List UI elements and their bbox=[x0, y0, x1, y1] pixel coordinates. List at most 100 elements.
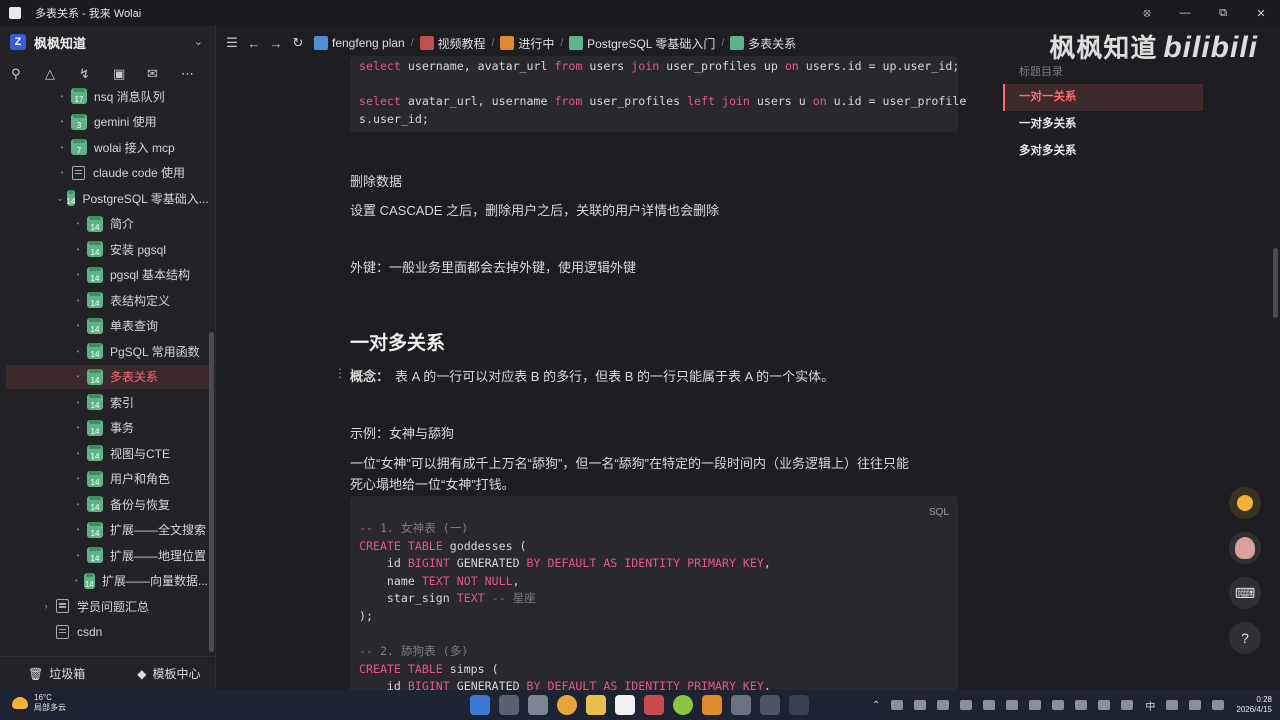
tray-icon[interactable] bbox=[937, 700, 950, 710]
paragraph-example-line2[interactable]: 死心塌地给一位“女神”打钱。 bbox=[350, 474, 515, 493]
sidebar-item[interactable]: • 14 用户和角色 bbox=[0, 467, 208, 491]
sidebar-item[interactable]: › 学员问题汇总 bbox=[0, 594, 208, 618]
outline-item[interactable]: 一对多关系 bbox=[1003, 111, 1203, 138]
template-icon[interactable]: ◆ bbox=[137, 667, 146, 681]
tray-icon[interactable] bbox=[1029, 700, 1042, 710]
sidebar-item[interactable]: • 14 单表查询 bbox=[0, 314, 208, 338]
sidebar-item[interactable]: • 17 nsq 消息队列 bbox=[0, 84, 208, 108]
sidebar-item[interactable]: • 14 安装 pgsql bbox=[0, 237, 208, 261]
sidebar-item[interactable]: • 14 表结构定义 bbox=[0, 288, 208, 312]
sidebar-item[interactable]: • 14 扩展——地理位置 bbox=[0, 543, 208, 567]
battery-icon[interactable] bbox=[1212, 700, 1225, 710]
flash-icon[interactable]: ↯ bbox=[79, 66, 113, 82]
help-icon[interactable]: ? bbox=[1229, 622, 1261, 654]
chevron-up-icon[interactable]: ⌃ bbox=[872, 700, 880, 711]
chevron-down-icon[interactable]: ⌄ bbox=[56, 193, 64, 204]
maximize-button[interactable]: ⧉ bbox=[1204, 0, 1242, 26]
volume-icon[interactable] bbox=[1189, 700, 1202, 710]
template-center-button[interactable]: 模板中心 bbox=[152, 665, 200, 682]
sidebar-item[interactable]: • 14 备份与恢复 bbox=[0, 492, 208, 516]
search-icon[interactable]: ⚲ bbox=[11, 66, 45, 82]
paragraph-foreign-key[interactable]: 外键：一般业务里面都会去掉外键，使用逻辑外键 bbox=[350, 257, 636, 276]
sidebar-item[interactable]: • 7 wolai 接入 mcp bbox=[0, 135, 208, 159]
trash-icon[interactable]: 🗑 bbox=[28, 667, 43, 681]
breadcrumb-item[interactable]: fengfeng plan / bbox=[314, 35, 414, 52]
graph-icon[interactable]: △ bbox=[45, 66, 79, 82]
microphone-icon[interactable] bbox=[1098, 700, 1111, 710]
clock[interactable]: 0:28 2026/4/15 bbox=[1236, 695, 1272, 715]
app-icon bbox=[9, 7, 21, 19]
ime-indicator[interactable]: 中 bbox=[1145, 698, 1155, 713]
chevron-right-icon[interactable]: › bbox=[40, 601, 52, 611]
app-icon-green[interactable] bbox=[673, 695, 693, 715]
sidebar-item[interactable]: • 14 简介 bbox=[0, 212, 208, 236]
chrome-icon[interactable] bbox=[557, 695, 577, 715]
inbox-icon[interactable]: ✉ bbox=[147, 66, 181, 82]
calendar-icon[interactable]: ▣ bbox=[113, 66, 147, 82]
task-view-icon[interactable] bbox=[528, 695, 548, 715]
tray-icon[interactable] bbox=[891, 700, 904, 710]
editor-scrollbar[interactable] bbox=[1273, 248, 1278, 318]
outline-item[interactable]: 一对一关系 bbox=[1003, 84, 1203, 111]
breadcrumb-item[interactable]: 多表关系 bbox=[730, 35, 796, 52]
app-icon-orange[interactable] bbox=[702, 695, 722, 715]
forward-arrow-icon[interactable]: → bbox=[266, 36, 286, 51]
avatar-icon[interactable] bbox=[1229, 532, 1261, 564]
file-explorer-icon[interactable] bbox=[586, 695, 606, 715]
tray-icon[interactable] bbox=[1052, 700, 1065, 710]
wolai-icon[interactable] bbox=[615, 695, 635, 715]
code-block-create-table[interactable]: SQL -- 1. 女神表 (一) CREATE TABLE goddesses (… bbox=[350, 496, 958, 696]
sidebar-item[interactable]: csdn bbox=[0, 620, 208, 644]
weather-widget[interactable]: 16°C 局部多云 bbox=[12, 693, 66, 713]
coin-icon[interactable] bbox=[1229, 487, 1261, 519]
workspace-switcher[interactable]: Z 枫枫知道 ⌄ bbox=[0, 26, 215, 58]
terminal-icon[interactable] bbox=[760, 695, 780, 715]
heading-one-to-many[interactable]: 一对多关系 bbox=[350, 328, 445, 355]
tray-icon[interactable] bbox=[1006, 700, 1019, 710]
code-block-join[interactable]: select username, avatar_url from users j… bbox=[350, 56, 966, 132]
chevron-down-icon[interactable]: ⌄ bbox=[194, 35, 203, 48]
close-button[interactable]: ✕ bbox=[1242, 0, 1280, 26]
code-language-label[interactable]: SQL bbox=[929, 504, 949, 522]
paragraph-example-line1[interactable]: 一位“女神”可以拥有成千上万名“舔狗”，但一名“舔狗”在特定的一段时间内（业务逻… bbox=[350, 453, 909, 472]
refresh-icon[interactable]: ↻ bbox=[288, 35, 308, 51]
sidebar-item[interactable]: • 14 pgsql 基本结构 bbox=[0, 263, 208, 287]
sidebar-item[interactable]: • 14 事务 bbox=[0, 416, 208, 440]
menu-icon[interactable]: ☰ bbox=[222, 35, 242, 51]
app-icon-red[interactable] bbox=[644, 695, 664, 715]
sidebar-item[interactable]: • 14 PgSQL 常用函数 bbox=[0, 339, 208, 363]
cloud-icon[interactable] bbox=[1121, 700, 1134, 710]
trash-button[interactable]: 垃圾箱 bbox=[49, 665, 85, 682]
sidebar-item[interactable]: • 14 扩展——全文搜索 bbox=[0, 518, 208, 542]
search-icon[interactable] bbox=[499, 695, 519, 715]
tray-icon[interactable] bbox=[983, 700, 996, 710]
paragraph-delete-title[interactable]: 删除数据 bbox=[350, 171, 402, 190]
sidebar-item[interactable]: • 14 多表关系 bbox=[6, 364, 209, 389]
back-arrow-icon[interactable]: ← bbox=[244, 36, 264, 51]
tray-icon[interactable] bbox=[914, 700, 927, 710]
ai-assistant-icon[interactable]: ⌨ bbox=[1229, 577, 1261, 609]
breadcrumb-item[interactable]: 进行中 / bbox=[500, 35, 563, 52]
more-icon[interactable]: ⋯ bbox=[181, 66, 215, 82]
sidebar-item[interactable]: • 14 索引 bbox=[0, 390, 208, 414]
paragraph-concept[interactable]: 概念： 表 A 的一行可以对应表 B 的多行，但表 B 的一行只能属于表 A 的一… bbox=[350, 366, 834, 385]
breadcrumb-item[interactable]: 视频教程 / bbox=[419, 35, 494, 52]
breadcrumb-item[interactable]: PostgreSQL 零基础入门 / bbox=[569, 35, 724, 52]
pin-icon[interactable]: ⦻ bbox=[1128, 0, 1166, 26]
paragraph-cascade[interactable]: 设置 CASCADE 之后，删除用户之后，关联的用户详情也会删除 bbox=[350, 200, 719, 219]
sidebar-item[interactable]: • claude code 使用 bbox=[0, 161, 208, 185]
start-icon[interactable] bbox=[470, 695, 490, 715]
sidebar-item[interactable]: • 3 gemini 使用 bbox=[0, 110, 208, 134]
minimize-button[interactable]: — bbox=[1166, 0, 1204, 26]
app-icon-gray[interactable] bbox=[731, 695, 751, 715]
sidebar-item[interactable]: ⌄ 14 PostgreSQL 零基础入... bbox=[0, 186, 209, 210]
tray-icon[interactable] bbox=[1075, 700, 1088, 710]
sidebar-item[interactable]: • 14 视图与CTE bbox=[0, 441, 208, 465]
outline-item[interactable]: 多对多关系 bbox=[1003, 138, 1203, 165]
console-icon[interactable] bbox=[789, 695, 809, 715]
sidebar-scrollbar[interactable] bbox=[209, 332, 214, 652]
paragraph-example-title[interactable]: 示例：女神与舔狗 bbox=[350, 423, 454, 442]
tray-icon[interactable] bbox=[960, 700, 973, 710]
sidebar-item[interactable]: • 14 扩展——向量数据... bbox=[0, 569, 208, 593]
network-icon[interactable] bbox=[1166, 700, 1179, 710]
